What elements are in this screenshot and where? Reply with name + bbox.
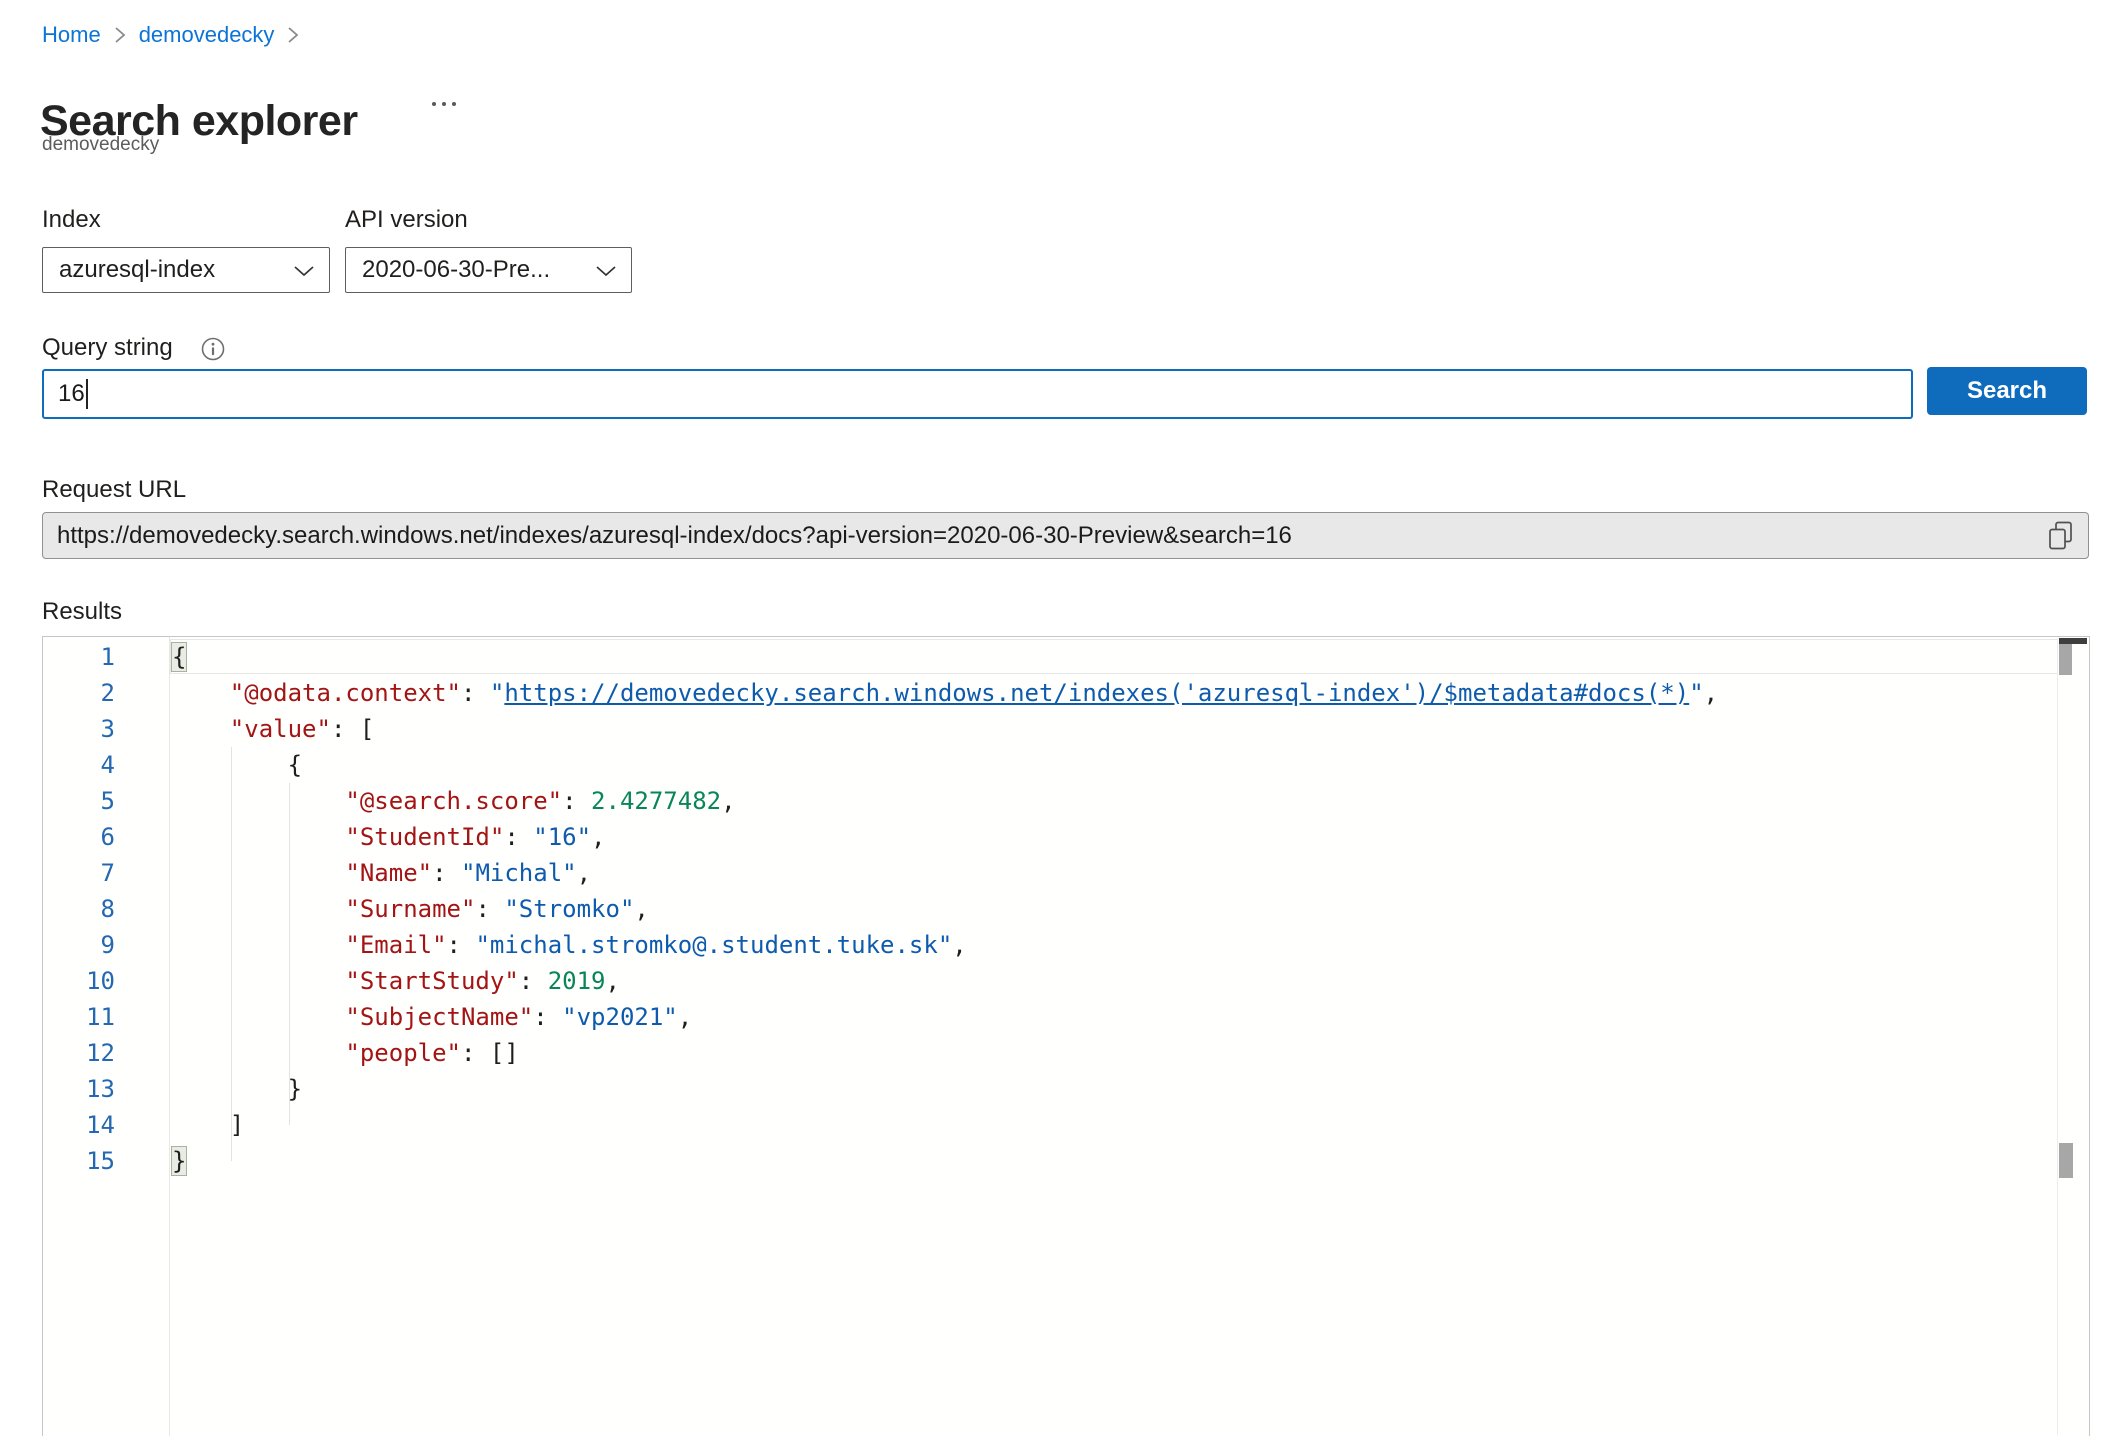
odata-context-link[interactable]: https://demovedecky.search.windows.net/i… (504, 679, 1689, 707)
code-line: 5 "@search.score": 2.4277482, (43, 783, 2089, 819)
code-line: 13 } (43, 1071, 2089, 1107)
query-string-input[interactable]: 16 (42, 369, 1913, 419)
line-number: 1 (43, 639, 115, 675)
breadcrumb-home-link[interactable]: Home (42, 22, 101, 48)
code-line: 7 "Name": "Michal", (43, 855, 2089, 891)
copy-icon[interactable] (2047, 520, 2074, 552)
chevron-right-icon (114, 25, 126, 45)
index-dropdown[interactable]: azuresql-index (42, 247, 330, 293)
code-line-content: "SubjectName": "vp2021", (172, 999, 692, 1035)
code-line: 2 "@odata.context": "https://demovedecky… (43, 675, 2089, 711)
code-line: 1{ (43, 639, 2089, 675)
request-url-value: https://demovedecky.search.windows.net/i… (57, 522, 2037, 550)
code-line: 6 "StudentId": "16", (43, 819, 2089, 855)
scrollbar-track (2057, 638, 2058, 1435)
api-version-dropdown[interactable]: 2020-06-30-Pre... (345, 247, 632, 293)
line-number: 4 (43, 747, 115, 783)
api-version-label: API version (345, 206, 468, 234)
line-number: 7 (43, 855, 115, 891)
index-label: Index (42, 206, 101, 234)
search-explorer-page: Home demovedecky Search explorer demoved… (0, 0, 2102, 1436)
api-version-dropdown-value: 2020-06-30-Pre... (362, 256, 550, 284)
request-url-field: https://demovedecky.search.windows.net/i… (42, 512, 2089, 559)
line-number: 14 (43, 1107, 115, 1143)
line-number: 2 (43, 675, 115, 711)
chevron-down-icon (595, 256, 617, 284)
search-button[interactable]: Search (1927, 367, 2087, 415)
chevron-right-icon (287, 25, 299, 45)
code-line-content: "Email": "michal.stromko@.student.tuke.s… (172, 927, 967, 963)
code-line-content: } (172, 1143, 186, 1179)
more-options-button[interactable] (428, 98, 460, 110)
query-string-value: 16 (58, 380, 85, 408)
code-line: 12 "people": [] (43, 1035, 2089, 1071)
code-line-content: "@odata.context": "https://demovedecky.s… (172, 675, 1718, 711)
code-line-content: "Name": "Michal", (172, 855, 591, 891)
query-string-label: Query string (42, 334, 173, 362)
code-line-content: { (172, 639, 186, 675)
code-line: 10 "StartStudy": 2019, (43, 963, 2089, 999)
code-line: 9 "Email": "michal.stromko@.student.tuke… (43, 927, 2089, 963)
code-line-content: "@search.score": 2.4277482, (172, 783, 736, 819)
code-line-content: } (172, 1071, 302, 1107)
scrollbar-thumb-lower[interactable] (2059, 1143, 2073, 1178)
chevron-down-icon (293, 256, 315, 284)
text-caret (86, 379, 88, 409)
code-line-content: "StudentId": "16", (172, 819, 606, 855)
info-icon[interactable] (200, 336, 226, 367)
code-line-content: ] (172, 1107, 244, 1143)
code-line: 4 { (43, 747, 2089, 783)
results-json-editor[interactable]: 1{2 "@odata.context": "https://demovedec… (42, 636, 2090, 1436)
code-line-content: "Surname": "Stromko", (172, 891, 649, 927)
breadcrumb-demovedecky-link[interactable]: demovedecky (139, 22, 275, 48)
code-line: 14 ] (43, 1107, 2089, 1143)
code-rows: 1{2 "@odata.context": "https://demovedec… (43, 639, 2089, 1179)
line-number: 13 (43, 1071, 115, 1107)
page-subtitle: demovedecky (42, 134, 159, 156)
code-line: 11 "SubjectName": "vp2021", (43, 999, 2089, 1035)
code-line-content: "people": [] (172, 1035, 519, 1071)
line-number: 15 (43, 1143, 115, 1179)
request-url-label: Request URL (42, 476, 186, 504)
breadcrumb: Home demovedecky (42, 22, 299, 48)
code-line-content: "value": [ (172, 711, 374, 747)
code-line: 3 "value": [ (43, 711, 2089, 747)
code-line: 15} (43, 1143, 2089, 1179)
line-number: 8 (43, 891, 115, 927)
line-number: 10 (43, 963, 115, 999)
line-number: 3 (43, 711, 115, 747)
code-line-content: { (172, 747, 302, 783)
scrollbar-thumb[interactable] (2059, 644, 2072, 675)
code-line-content: "StartStudy": 2019, (172, 963, 620, 999)
index-dropdown-value: azuresql-index (59, 256, 215, 284)
line-number: 9 (43, 927, 115, 963)
line-number: 12 (43, 1035, 115, 1071)
line-number: 6 (43, 819, 115, 855)
code-line: 8 "Surname": "Stromko", (43, 891, 2089, 927)
line-number: 5 (43, 783, 115, 819)
results-label: Results (42, 598, 122, 626)
line-number: 11 (43, 999, 115, 1035)
